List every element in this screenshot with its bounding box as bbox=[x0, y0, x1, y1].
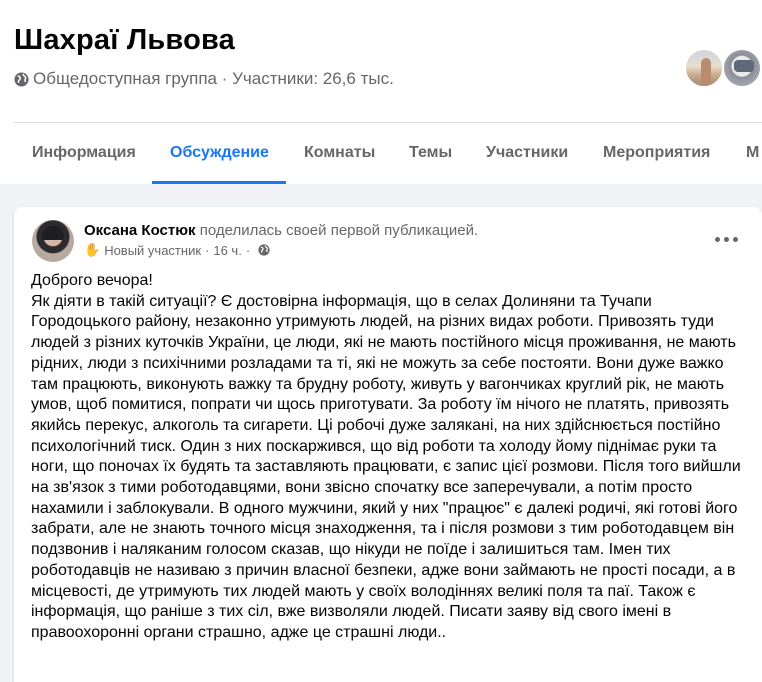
member-avatars[interactable] bbox=[684, 48, 762, 90]
tab-rooms[interactable]: Комнаты bbox=[304, 123, 375, 184]
group-tabs: Информация Обсуждение Комнаты Темы Участ… bbox=[14, 123, 762, 184]
author-name[interactable]: Оксана Костюк bbox=[84, 222, 196, 239]
post-time[interactable]: 16 ч. bbox=[213, 243, 241, 258]
separator-dot: · bbox=[245, 242, 251, 258]
tab-members[interactable]: Участники bbox=[486, 123, 568, 184]
group-header: Шахраї Львова Общедоступная группа · Уча… bbox=[0, 0, 762, 184]
post-body: Як діяти в такій ситуації? Є достовірна … bbox=[31, 292, 741, 641]
member-avatar[interactable] bbox=[722, 48, 762, 88]
post-text: Доброго вечора! Як діяти в такій ситуаці… bbox=[31, 271, 753, 644]
tab-events[interactable]: Мероприятия bbox=[603, 123, 710, 184]
tab-discussion[interactable]: Обсуждение bbox=[170, 123, 269, 184]
post-header: Оксана Костюк поделилась своей первой пу… bbox=[84, 222, 478, 239]
more-dots-icon bbox=[714, 236, 720, 242]
group-title[interactable]: Шахраї Львова bbox=[14, 24, 235, 57]
group-meta: Общедоступная группа · Участники: 26,6 т… bbox=[14, 69, 394, 89]
new-member-badge[interactable]: Новый участник bbox=[104, 243, 201, 258]
more-options-button[interactable] bbox=[708, 227, 744, 251]
tab-more[interactable]: М bbox=[746, 123, 759, 184]
post-greeting: Доброго вечора! bbox=[31, 272, 153, 289]
public-audience-icon[interactable] bbox=[258, 244, 270, 256]
post-meta: ✋ Новый участник · 16 ч. · bbox=[84, 242, 270, 258]
member-avatar[interactable] bbox=[684, 48, 724, 88]
separator-dot: · bbox=[205, 242, 210, 258]
author-avatar[interactable] bbox=[32, 220, 74, 262]
group-meta-text: Общедоступная группа · Участники: 26,6 т… bbox=[33, 69, 394, 88]
author-action: поделилась своей первой публикацией. bbox=[199, 222, 479, 239]
post-card: Оксана Костюк поделилась своей первой пу… bbox=[14, 207, 762, 682]
wave-hand-icon: ✋ bbox=[84, 242, 101, 257]
active-tab-indicator bbox=[152, 181, 286, 184]
tab-topics[interactable]: Темы bbox=[409, 123, 452, 184]
globe-icon bbox=[14, 71, 29, 87]
tab-info[interactable]: Информация bbox=[32, 123, 136, 184]
